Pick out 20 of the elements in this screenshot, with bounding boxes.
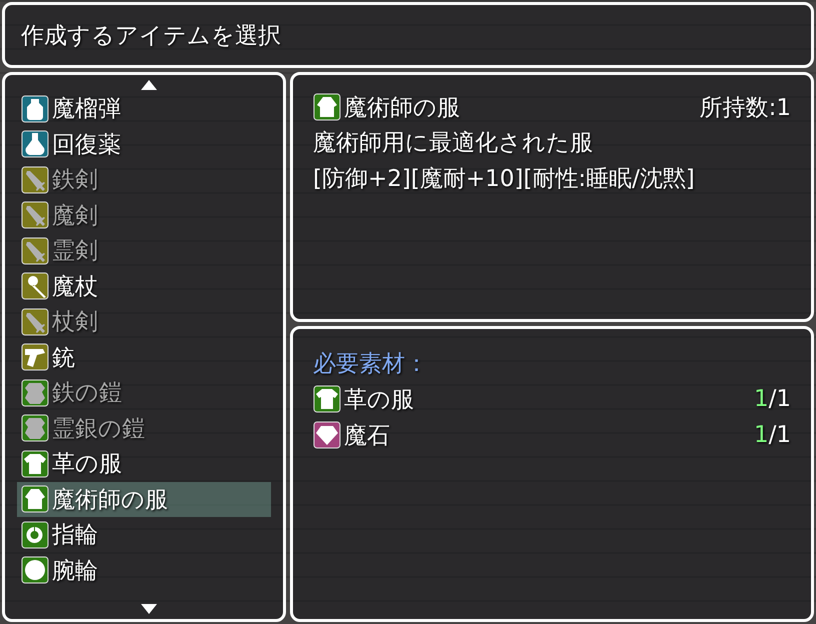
- material-name: 魔石: [344, 422, 390, 450]
- item-list-entry[interactable]: 腕輪: [21, 552, 271, 588]
- item-list-entry[interactable]: 魔術師の服: [17, 482, 271, 517]
- material-name: 革の服: [344, 386, 414, 414]
- item-list-entry[interactable]: 銃: [21, 340, 271, 375]
- item-list-entry[interactable]: 魔杖: [21, 268, 271, 304]
- item-list-entry[interactable]: 革の服: [21, 446, 271, 482]
- item-list-entry[interactable]: 回復薬: [21, 126, 271, 162]
- item-list-entry[interactable]: 指輪: [21, 517, 271, 552]
- scroll-up-arrow-icon[interactable]: [141, 80, 157, 90]
- item-name: 魔術師の服: [344, 94, 460, 122]
- material-count: 1/1: [754, 386, 791, 412]
- item-list-entry[interactable]: 魔榴弾: [21, 91, 271, 126]
- help-text: 作成するアイテムを選択: [21, 22, 281, 50]
- scroll-down-arrow-icon[interactable]: [141, 604, 157, 614]
- owned-count: 所持数:1: [700, 94, 791, 122]
- item-description: 魔術師用に最適化された服: [313, 129, 594, 158]
- materials-heading: 必要素材：: [313, 350, 429, 379]
- item-effects: [防御+2][魔耐+10][耐性:睡眠/沈黙]: [313, 165, 696, 194]
- material-count: 1/1: [754, 422, 791, 448]
